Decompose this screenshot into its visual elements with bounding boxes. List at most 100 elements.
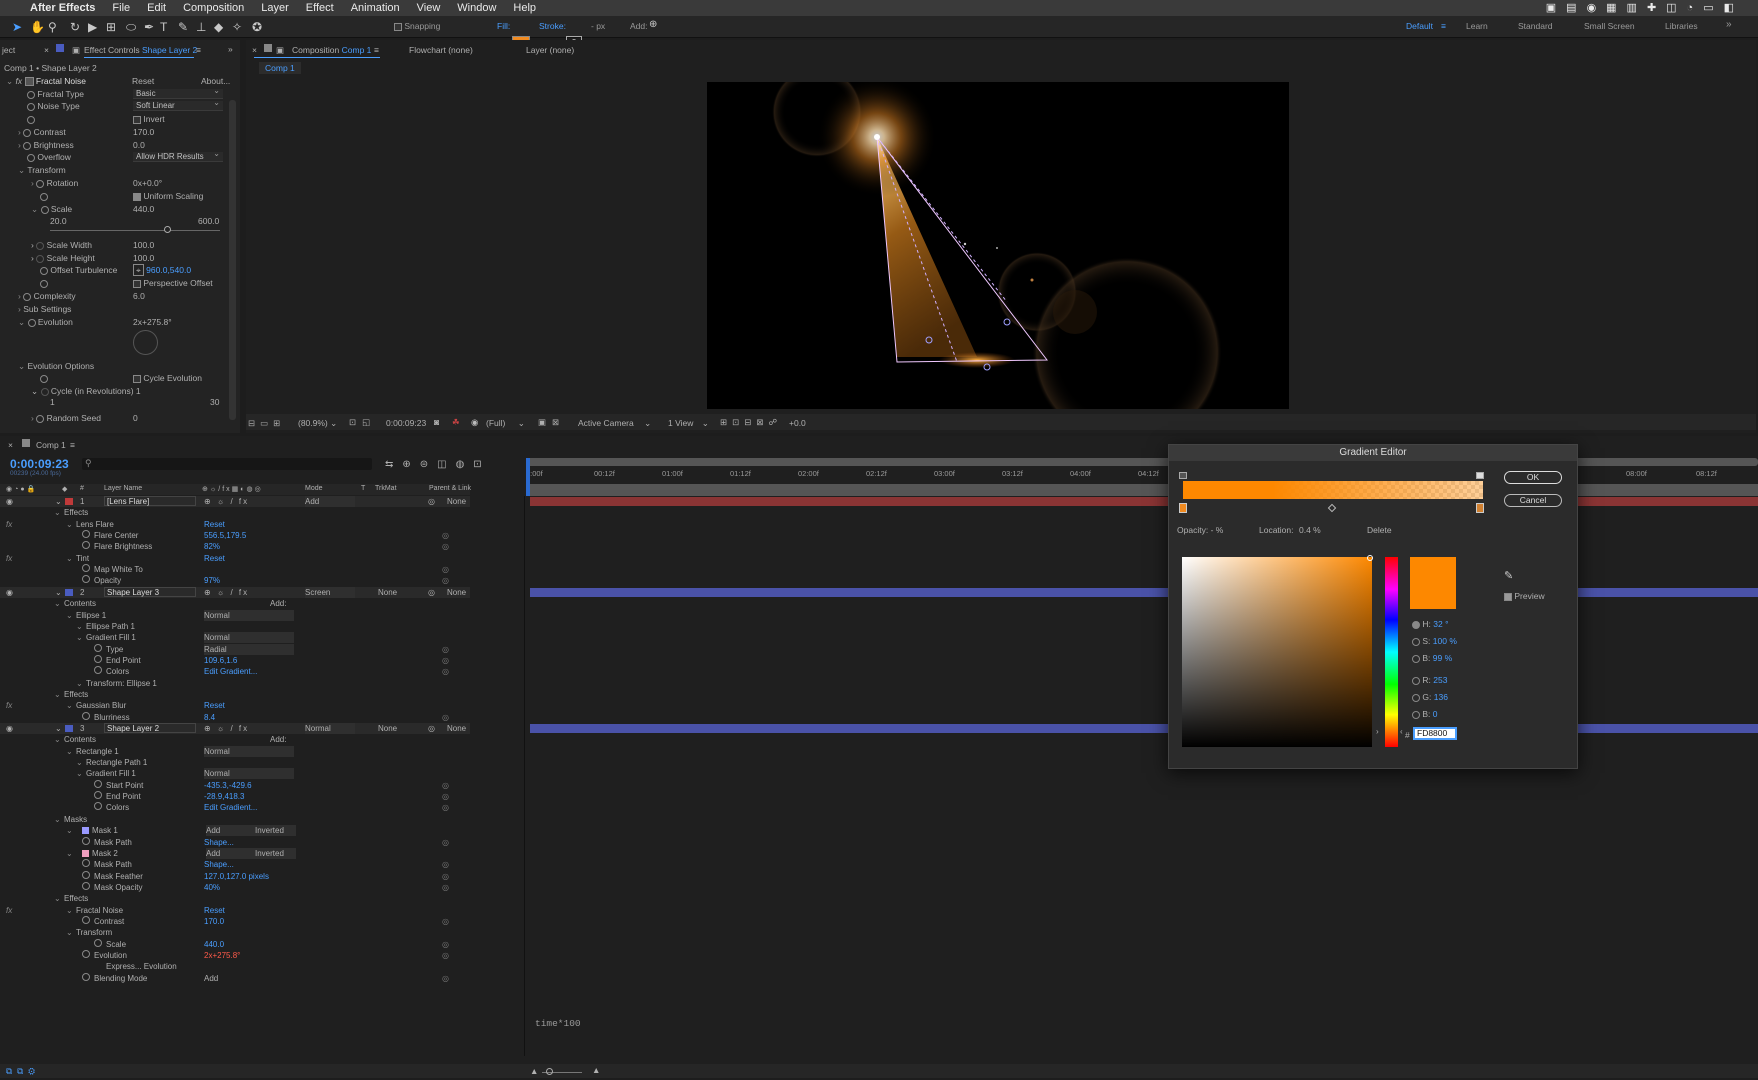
expand-arrow-icon[interactable]: ⌄ xyxy=(66,825,73,836)
expand-arrow-icon[interactable]: ⌄ xyxy=(54,507,61,518)
property-value[interactable]: Normal xyxy=(204,768,294,780)
about-link[interactable]: About... xyxy=(201,76,230,86)
property-value[interactable]: 127.0,127.0 pixels xyxy=(204,871,269,882)
stopwatch-icon[interactable] xyxy=(82,836,90,845)
expand-arrow-icon[interactable]: ⌄ xyxy=(66,927,73,938)
trkmat-dropdown[interactable]: None xyxy=(378,587,418,598)
gradient-ramp[interactable] xyxy=(1183,481,1483,499)
sub-settings-group[interactable]: › Sub Settings xyxy=(18,304,71,314)
menu-layer[interactable]: Layer xyxy=(261,2,289,14)
mask-color[interactable] xyxy=(82,849,89,857)
pickwhip-icon[interactable]: ◎ xyxy=(442,666,449,677)
stopwatch-icon[interactable] xyxy=(82,575,90,584)
resolution-dropdown[interactable]: (Full) ⌄ xyxy=(486,418,531,429)
expand-arrow-icon[interactable]: ⌄ xyxy=(54,734,61,745)
property-value[interactable]: Radial xyxy=(204,643,294,655)
property-value[interactable]: Edit Gradient... xyxy=(204,666,257,677)
fractal-type-dropdown[interactable]: Basic xyxy=(133,86,223,99)
property-row[interactable]: Start Point -435.3,-429.6 ◎ xyxy=(0,779,470,791)
pickwhip-icon[interactable]: ◎ xyxy=(442,973,449,984)
offset-turbulence-value[interactable]: ⌖ 960.0,540.0 xyxy=(133,264,191,276)
workspace-small-screen[interactable]: Small Screen xyxy=(1584,21,1635,31)
expression-text[interactable]: time*100 xyxy=(535,1018,581,1029)
comp-breadcrumb[interactable]: Comp 1 xyxy=(259,62,301,74)
menu-edit[interactable]: Edit xyxy=(147,2,166,14)
stopwatch-icon[interactable] xyxy=(82,711,90,720)
hue-arrow-right[interactable]: ‹ xyxy=(1400,727,1403,736)
layer-tab[interactable]: Layer (none) xyxy=(526,45,574,59)
stopwatch-icon[interactable] xyxy=(94,666,102,675)
property-row[interactable]: End Point -28.9,418.3 ◎ xyxy=(0,791,470,802)
property-value[interactable]: Normal xyxy=(204,632,294,644)
snapping-checkbox[interactable]: Snapping xyxy=(394,21,440,31)
property-value[interactable]: 109.6,1.6 xyxy=(204,655,237,666)
ellipse-tool-icon[interactable]: ⬭ xyxy=(126,20,136,35)
invert-checkbox[interactable]: Invert xyxy=(133,114,165,124)
perspective-offset-checkbox[interactable]: Perspective Offset xyxy=(133,278,213,288)
current-time[interactable]: 0:00:09:23 xyxy=(386,418,426,428)
view-option-icons[interactable]: ⊞⊡⊟⊠☍ xyxy=(720,417,782,428)
property-value[interactable]: Reset xyxy=(204,553,225,564)
expand-arrow-icon[interactable]: ⌄ xyxy=(66,519,73,530)
stopwatch-icon[interactable] xyxy=(94,802,102,811)
property-value[interactable]: Add: xyxy=(270,734,286,745)
property-row[interactable]: ⌄ Ellipse Path 1 xyxy=(0,621,470,632)
pickwhip-icon[interactable]: ◎ xyxy=(428,587,435,598)
camera-dropdown[interactable]: Active Camera ⌄ xyxy=(578,418,651,429)
expand-arrow-icon[interactable]: ⌄ xyxy=(76,632,83,643)
roi-icons[interactable]: ▣⊠ xyxy=(538,417,565,428)
hue-arrow-left[interactable]: › xyxy=(1376,727,1379,736)
expand-arrow-icon[interactable]: ⌄ xyxy=(55,496,62,507)
panel-menu-icon[interactable]: ≡ xyxy=(196,45,201,59)
fractal-noise-header[interactable]: ⌄ fx Fractal Noise xyxy=(6,76,86,87)
property-row[interactable]: Mask Path Shape... ◎ xyxy=(0,836,470,848)
pickwhip-icon[interactable]: ◎ xyxy=(442,916,449,927)
property-row[interactable]: ⌄ Transform xyxy=(0,927,470,938)
label-color[interactable] xyxy=(65,725,73,732)
midpoint-diamond[interactable] xyxy=(1327,503,1337,513)
property-row[interactable]: ⌄ Effects xyxy=(0,507,470,518)
expand-arrow-icon[interactable]: ⌄ xyxy=(66,610,73,621)
layer-row[interactable]: ◉ ⌄ 2 Shape Layer 3 ⊕ ☼ / fx Screen None ◎ None xyxy=(0,586,470,598)
property-row[interactable]: Express... Evolution xyxy=(0,961,470,972)
close-icon[interactable]: × xyxy=(44,45,49,59)
workspace-learn[interactable]: Learn xyxy=(1466,21,1488,31)
property-value[interactable]: 170.0 xyxy=(204,916,224,927)
stopwatch-icon[interactable] xyxy=(82,972,90,981)
g-field[interactable]: G: 136 xyxy=(1412,692,1448,702)
type-tool-icon[interactable]: T xyxy=(160,20,167,34)
inverted-checkbox[interactable]: Inverted xyxy=(255,848,284,859)
eraser-tool-icon[interactable]: ◆ xyxy=(214,20,223,34)
pickwhip-icon[interactable]: ◎ xyxy=(442,780,449,791)
property-row[interactable]: Map White To ◎ xyxy=(0,564,470,575)
search-input[interactable]: ⚲ xyxy=(82,458,372,470)
property-value[interactable]: 97% xyxy=(204,575,220,586)
footer-toggle-icons[interactable]: ⧉⧉⚙ xyxy=(6,1066,40,1077)
scrollbar[interactable] xyxy=(229,100,236,420)
expand-arrow-icon[interactable]: ⌄ xyxy=(66,905,73,916)
property-value[interactable]: 556.5,179.5 xyxy=(204,530,246,541)
color-stop-right[interactable] xyxy=(1476,503,1484,513)
property-value[interactable]: 8.4 xyxy=(204,712,215,723)
views-dropdown[interactable]: 1 View ⌄ xyxy=(668,418,709,429)
r-field[interactable]: R: 253 xyxy=(1412,675,1447,685)
property-value[interactable]: Add: xyxy=(270,598,286,609)
workspace-standard[interactable]: Standard xyxy=(1518,21,1553,31)
property-row[interactable]: Opacity 97% ◎ xyxy=(0,575,470,586)
menu-app[interactable]: After Effects xyxy=(30,2,95,14)
pickwhip-icon[interactable]: ◎ xyxy=(442,882,449,893)
trkmat-dropdown[interactable]: None xyxy=(378,723,418,734)
expand-arrow-icon[interactable]: ⌄ xyxy=(55,587,62,598)
menu-file[interactable]: File xyxy=(112,2,130,14)
layer-switch-icons[interactable]: ⊕ ☼ / fx xyxy=(204,496,249,507)
label-color[interactable] xyxy=(65,588,73,596)
selection-tool-icon[interactable]: ➤ xyxy=(12,20,22,34)
property-value[interactable]: Reset xyxy=(204,700,225,711)
av-switch-icons[interactable]: ◉◔●🔒 xyxy=(6,485,37,493)
property-row[interactable]: Flare Center 556.5,179.5 ◎ xyxy=(0,530,470,541)
property-value[interactable]: Edit Gradient... xyxy=(204,802,257,813)
panel-menu-icon[interactable]: ≡ xyxy=(70,440,75,454)
property-row[interactable]: fx ⌄ Gaussian Blur Reset xyxy=(0,700,470,711)
property-row[interactable]: ⌄ Transform: Ellipse 1 xyxy=(0,678,470,689)
stopwatch-icon[interactable] xyxy=(82,881,90,890)
